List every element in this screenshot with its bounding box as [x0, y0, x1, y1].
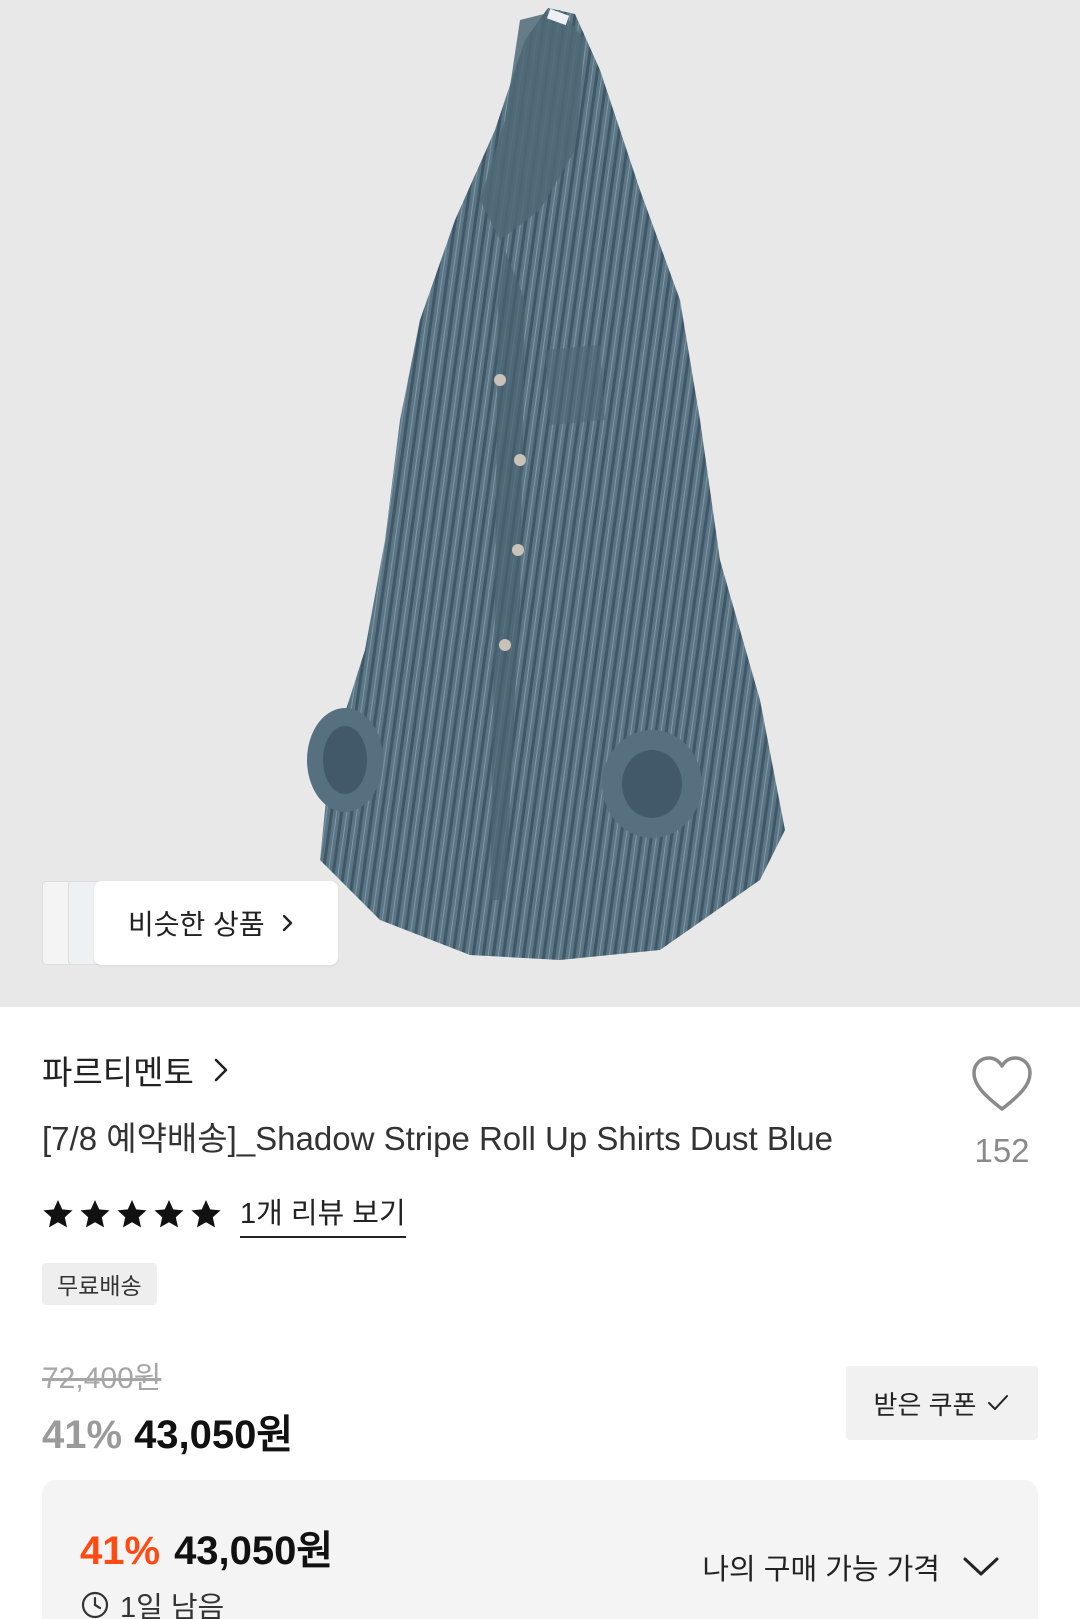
clock-icon — [81, 1591, 109, 1619]
review-link[interactable]: 1개 리뷰 보기 — [240, 1190, 406, 1238]
received-coupon-button[interactable]: 받은 쿠폰 — [846, 1366, 1038, 1440]
my-price-toggle-label: 나의 구매 가능 가격 — [702, 1554, 940, 1586]
free-shipping-badge: 무료배송 — [42, 1263, 157, 1305]
chevron-right-icon — [214, 1058, 228, 1082]
like-count: 152 — [974, 1132, 1030, 1169]
star-icon — [191, 1200, 221, 1228]
star-icon — [80, 1200, 110, 1228]
brand-link[interactable]: 파르티멘토 — [42, 1046, 230, 1094]
chevron-down-icon — [963, 1557, 999, 1576]
product-title: [7/8 예약배송]_Shadow Stripe Roll Up Shirts … — [42, 1120, 833, 1157]
heart-icon — [972, 1056, 1032, 1111]
remaining-time-label: 1일 남음 — [120, 1592, 225, 1619]
original-price: 72,400원 — [42, 1362, 162, 1395]
discount-percent: 41% — [42, 1413, 123, 1457]
coupon-label: 받은 쿠폰 — [873, 1389, 977, 1420]
check-icon — [988, 1395, 1009, 1410]
striped-shirt-image — [307, 8, 785, 960]
chevron-right-icon — [282, 914, 292, 932]
like-button[interactable]: 152 — [966, 1055, 1038, 1170]
sale-price: 43,050원 — [134, 1413, 294, 1457]
product-image[interactable]: 비슷한 상품 — [0, 0, 1080, 1007]
star-icon — [43, 1200, 73, 1228]
rating-row: 1개 리뷰 보기 — [42, 1190, 406, 1238]
my-purchase-price-panel[interactable]: 41% 43,050원 1일 남음 나의 구매 가능 가격 — [42, 1480, 1038, 1619]
sale-price-row: 41% 43,050원 — [42, 1402, 293, 1460]
remaining-time: 1일 남음 — [80, 1584, 224, 1619]
my-price-row: 41% 43,050원 — [80, 1518, 333, 1576]
star-icon — [117, 1200, 147, 1228]
brand-name: 파르티멘토 — [42, 1054, 194, 1091]
my-discount-percent: 41% — [80, 1529, 161, 1573]
similar-products-label: 비슷한 상품 — [128, 909, 265, 940]
my-price-toggle[interactable]: 나의 구매 가능 가격 — [702, 1546, 1000, 1588]
star-icon — [154, 1200, 184, 1228]
my-price: 43,050원 — [174, 1529, 334, 1573]
similar-products-button[interactable]: 비슷한 상품 — [94, 881, 338, 965]
rating-stars — [42, 1198, 222, 1230]
